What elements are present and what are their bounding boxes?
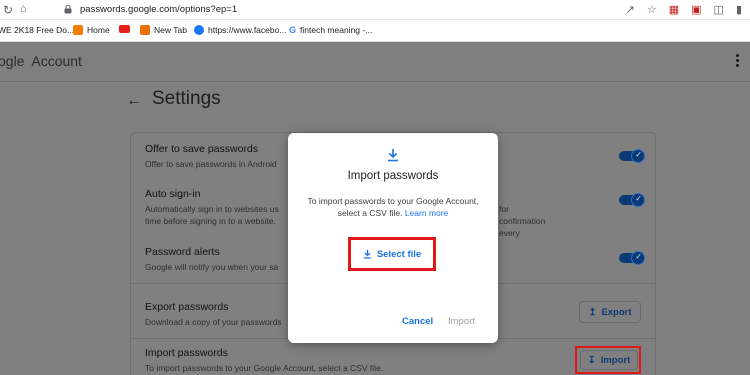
- setting-description-line: Automatically sign in to websites us: [145, 204, 279, 214]
- sidebar-icon[interactable]: ▮: [736, 3, 742, 16]
- download-icon: [363, 249, 371, 259]
- check-icon: ✓: [635, 252, 642, 261]
- setting-title: Offer to save passwords: [145, 143, 259, 155]
- bookmarks-bar: WE 2K18 Free Do... Home New Tab https://…: [0, 20, 750, 42]
- google-account-logo[interactable]: ogle Account: [0, 53, 82, 69]
- facebook-icon: [194, 25, 204, 35]
- bookmark-label: https://www.facebo...: [208, 25, 287, 35]
- bookmark-item[interactable]: WE 2K18 Free Do...: [0, 25, 74, 35]
- share-icon[interactable]: ↗: [626, 3, 635, 16]
- url-text: passwords.google.com/options?ep=1: [80, 4, 238, 15]
- extension-icon[interactable]: ▣: [691, 3, 701, 16]
- setting-description: Google will notify you when your sa: [145, 262, 279, 272]
- bookmark-item[interactable]: New Tab: [140, 25, 187, 35]
- setting-description: To import passwords to your Google Accou…: [145, 363, 384, 373]
- extension-icon[interactable]: ▦: [669, 3, 679, 16]
- browser-toolbar-icons: ↗ ☆ ▦ ▣ ◫ ▮: [626, 3, 742, 16]
- bookmark-label: Home: [87, 25, 110, 35]
- lock-icon: [64, 5, 72, 14]
- password-alerts-toggle[interactable]: ✓: [619, 251, 645, 265]
- bookmark-item[interactable]: https://www.facebo...: [194, 25, 286, 35]
- export-button[interactable]: ↥ Export: [579, 301, 641, 323]
- google-icon: G: [289, 25, 297, 35]
- page-title: Settings: [152, 88, 221, 109]
- setting-title: Export passwords: [145, 301, 229, 313]
- offer-save-toggle[interactable]: ✓: [619, 149, 645, 163]
- url-field[interactable]: passwords.google.com/options?ep=1: [55, 1, 695, 19]
- dialog-import-button[interactable]: Import: [448, 316, 475, 327]
- brand-account-text: Account: [31, 53, 82, 69]
- check-icon: ✓: [635, 194, 642, 203]
- bookmark-item[interactable]: [119, 25, 130, 33]
- bookmark-star-icon[interactable]: ☆: [647, 3, 657, 16]
- setting-auto-signin: Auto sign-in Automatically sign in to we…: [145, 188, 545, 238]
- reload-icon[interactable]: ↻: [3, 3, 13, 17]
- cancel-button[interactable]: Cancel: [402, 316, 433, 327]
- download-icon: [388, 149, 398, 162]
- puzzle-icon[interactable]: ◫: [714, 3, 724, 16]
- check-icon: ✓: [635, 150, 642, 159]
- setting-offer-save: Offer to save passwords Offer to save pa…: [145, 143, 277, 170]
- bookmark-label: New Tab: [154, 25, 187, 35]
- auto-signin-toggle[interactable]: ✓: [619, 193, 645, 207]
- select-file-label: Select file: [376, 248, 422, 260]
- youtube-icon: [119, 25, 130, 33]
- new-tab-icon: [140, 25, 150, 35]
- back-arrow-icon[interactable]: ←: [126, 92, 142, 110]
- setting-description: Automatically sign in to websites us for …: [145, 203, 545, 238]
- setting-description-line: time before signing in to a website.: [145, 216, 276, 226]
- bookmark-item[interactable]: Home: [73, 25, 110, 35]
- import-passwords-dialog: Import passwords To import passwords to …: [288, 133, 498, 343]
- bookmark-label: WE 2K18 Free Do...: [0, 25, 75, 35]
- select-file-button[interactable]: Select file: [348, 237, 436, 271]
- setting-export: Export passwords Download a copy of your…: [145, 301, 282, 328]
- setting-password-alerts: Password alerts Google will notify you w…: [145, 246, 278, 273]
- page-header: ogle Account: [0, 42, 750, 82]
- bookmark-label: fintech meaning -...: [300, 25, 373, 35]
- brand-google-text: ogle: [0, 53, 25, 69]
- home-icon[interactable]: ⌂: [20, 3, 27, 15]
- more-options-icon[interactable]: [736, 54, 740, 68]
- setting-title: Auto sign-in: [145, 188, 201, 200]
- setting-title: Password alerts: [145, 246, 220, 258]
- upload-icon: ↥: [588, 306, 597, 318]
- setting-description-tail: for confirmation every: [499, 204, 546, 238]
- setting-title: Import passwords: [145, 347, 228, 359]
- import-highlight-box: [575, 346, 641, 374]
- home-bookmark-icon: [73, 25, 83, 35]
- setting-description: Offer to save passwords in Android: [145, 159, 277, 169]
- bookmark-item[interactable]: G fintech meaning -...: [289, 25, 372, 35]
- dialog-description-text: To import passwords to your Google Accou…: [307, 196, 479, 218]
- learn-more-link[interactable]: Learn more: [405, 208, 448, 218]
- address-bar: ↻ ⌂ passwords.google.com/options?ep=1 ↗ …: [0, 0, 750, 20]
- dialog-title: Import passwords: [347, 170, 439, 182]
- setting-import: Import passwords To import passwords to …: [145, 347, 383, 374]
- setting-description: Download a copy of your passwords: [145, 317, 282, 327]
- dialog-description: To import passwords to your Google Accou…: [306, 195, 480, 219]
- export-button-label: Export: [601, 306, 632, 318]
